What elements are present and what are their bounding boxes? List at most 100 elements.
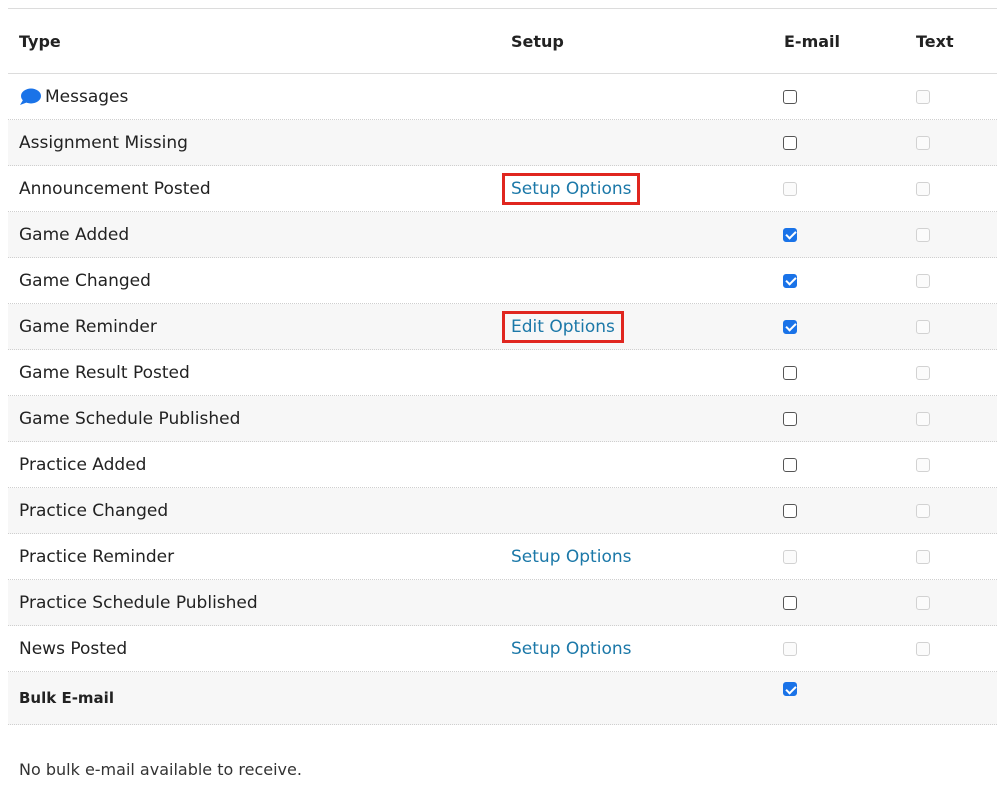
email-checkbox[interactable]	[783, 595, 797, 610]
bulk-email-label: Bulk E-mail	[19, 689, 114, 707]
email-checkbox-cell	[779, 212, 801, 257]
notification-settings-table: Type Setup E-mail Text Messages Assignmen…	[8, 8, 997, 725]
type-cell: Game Schedule Published	[19, 396, 240, 441]
table-row-messages: Messages	[8, 74, 997, 120]
email-checkbox[interactable]	[783, 89, 797, 104]
table-row-assignment-missing: Assignment Missing	[8, 120, 997, 166]
type-cell: Practice Changed	[19, 488, 168, 533]
edit-options-link[interactable]: Edit Options	[502, 310, 624, 343]
text-checkbox	[916, 181, 930, 196]
email-checkbox	[783, 641, 797, 656]
table-row-game-schedule-published: Game Schedule Published	[8, 396, 997, 442]
type-label: Practice Schedule Published	[19, 592, 258, 613]
type-label: Game Result Posted	[19, 362, 190, 383]
table-header-row: Type Setup E-mail Text	[8, 8, 997, 74]
text-checkbox	[916, 411, 930, 426]
email-checkbox-cell	[779, 166, 801, 211]
setup-cell: Setup Options	[511, 626, 631, 671]
table-row-practice-schedule-published: Practice Schedule Published	[8, 580, 997, 626]
text-checkbox-cell	[912, 442, 934, 487]
bulk-email-checkbox-cell	[779, 682, 801, 696]
text-checkbox	[916, 641, 930, 656]
table-row-news-posted: News Posted Setup Options	[8, 626, 997, 672]
header-type: Type	[19, 31, 61, 51]
type-cell: Game Added	[19, 212, 129, 257]
email-checkbox	[783, 549, 797, 564]
type-cell: Practice Added	[19, 442, 146, 487]
text-checkbox-cell	[912, 212, 934, 257]
email-checkbox-cell	[779, 626, 801, 671]
text-checkbox-cell	[912, 396, 934, 441]
type-cell: Messages	[19, 74, 128, 119]
notification-rows: Messages Assignment Missing Announcement P…	[8, 74, 997, 672]
table-row-practice-reminder: Practice Reminder Setup Options	[8, 534, 997, 580]
text-checkbox	[916, 135, 930, 150]
email-checkbox-cell	[779, 488, 801, 533]
email-checkbox[interactable]	[783, 503, 797, 518]
text-checkbox	[916, 319, 930, 334]
email-checkbox-cell	[779, 304, 801, 349]
text-checkbox	[916, 457, 930, 472]
type-label: Game Changed	[19, 270, 151, 291]
email-checkbox[interactable]	[783, 227, 797, 242]
type-cell: Game Changed	[19, 258, 151, 303]
setup-options-link[interactable]: Setup Options	[511, 547, 631, 567]
text-checkbox-cell	[912, 534, 934, 579]
text-checkbox-cell	[912, 488, 934, 533]
type-cell: Practice Reminder	[19, 534, 174, 579]
email-checkbox-cell	[779, 442, 801, 487]
email-checkbox-cell	[779, 580, 801, 625]
bulk-email-row: Bulk E-mail	[8, 672, 997, 725]
setup-options-link[interactable]: Setup Options	[501, 172, 641, 205]
type-label: Game Added	[19, 224, 130, 245]
type-label: Practice Reminder	[19, 546, 175, 567]
speech-bubble-icon	[20, 88, 41, 105]
text-checkbox	[916, 503, 930, 518]
email-checkbox[interactable]	[783, 273, 797, 288]
header-email: E-mail	[784, 31, 841, 51]
email-checkbox-cell	[779, 74, 801, 119]
type-cell: Assignment Missing	[19, 120, 188, 165]
table-row-game-changed: Game Changed	[8, 258, 997, 304]
table-row-announcement-posted: Announcement Posted Setup Options	[8, 166, 997, 212]
text-checkbox-cell	[912, 120, 934, 165]
email-checkbox-cell	[779, 534, 801, 579]
text-checkbox-cell	[912, 74, 934, 119]
text-checkbox	[916, 365, 930, 380]
email-checkbox[interactable]	[783, 411, 797, 426]
email-checkbox[interactable]	[783, 365, 797, 380]
type-label: Messages	[45, 86, 129, 107]
type-cell: Game Reminder	[19, 304, 157, 349]
type-cell: Announcement Posted	[19, 166, 211, 211]
email-checkbox	[783, 181, 797, 196]
text-checkbox-cell	[912, 166, 934, 211]
email-checkbox-cell	[779, 396, 801, 441]
type-label: Practice Changed	[19, 500, 169, 521]
table-row-game-result-posted: Game Result Posted	[8, 350, 997, 396]
email-checkbox[interactable]	[783, 319, 797, 334]
type-label: Game Reminder	[19, 316, 157, 337]
bulk-email-checkbox[interactable]	[783, 682, 797, 696]
type-label: Announcement Posted	[19, 178, 211, 199]
header-text: Text	[916, 31, 954, 51]
table-row-practice-added: Practice Added	[8, 442, 997, 488]
setup-cell: Edit Options	[502, 304, 624, 349]
text-checkbox-cell	[912, 350, 934, 395]
text-checkbox-cell	[912, 580, 934, 625]
table-row-game-reminder: Game Reminder Edit Options	[8, 304, 997, 350]
text-checkbox	[916, 227, 930, 242]
header-setup: Setup	[511, 31, 564, 51]
type-label: Practice Added	[19, 454, 147, 475]
setup-cell: Setup Options	[511, 534, 631, 579]
text-checkbox-cell	[912, 626, 934, 671]
email-checkbox[interactable]	[783, 135, 797, 150]
type-cell: Practice Schedule Published	[19, 580, 258, 625]
text-checkbox	[916, 595, 930, 610]
setup-options-link[interactable]: Setup Options	[511, 639, 631, 659]
email-checkbox-cell	[779, 350, 801, 395]
type-label: Game Schedule Published	[19, 408, 241, 429]
email-checkbox[interactable]	[783, 457, 797, 472]
type-label: News Posted	[19, 638, 128, 659]
text-checkbox	[916, 549, 930, 564]
table-row-game-added: Game Added	[8, 212, 997, 258]
